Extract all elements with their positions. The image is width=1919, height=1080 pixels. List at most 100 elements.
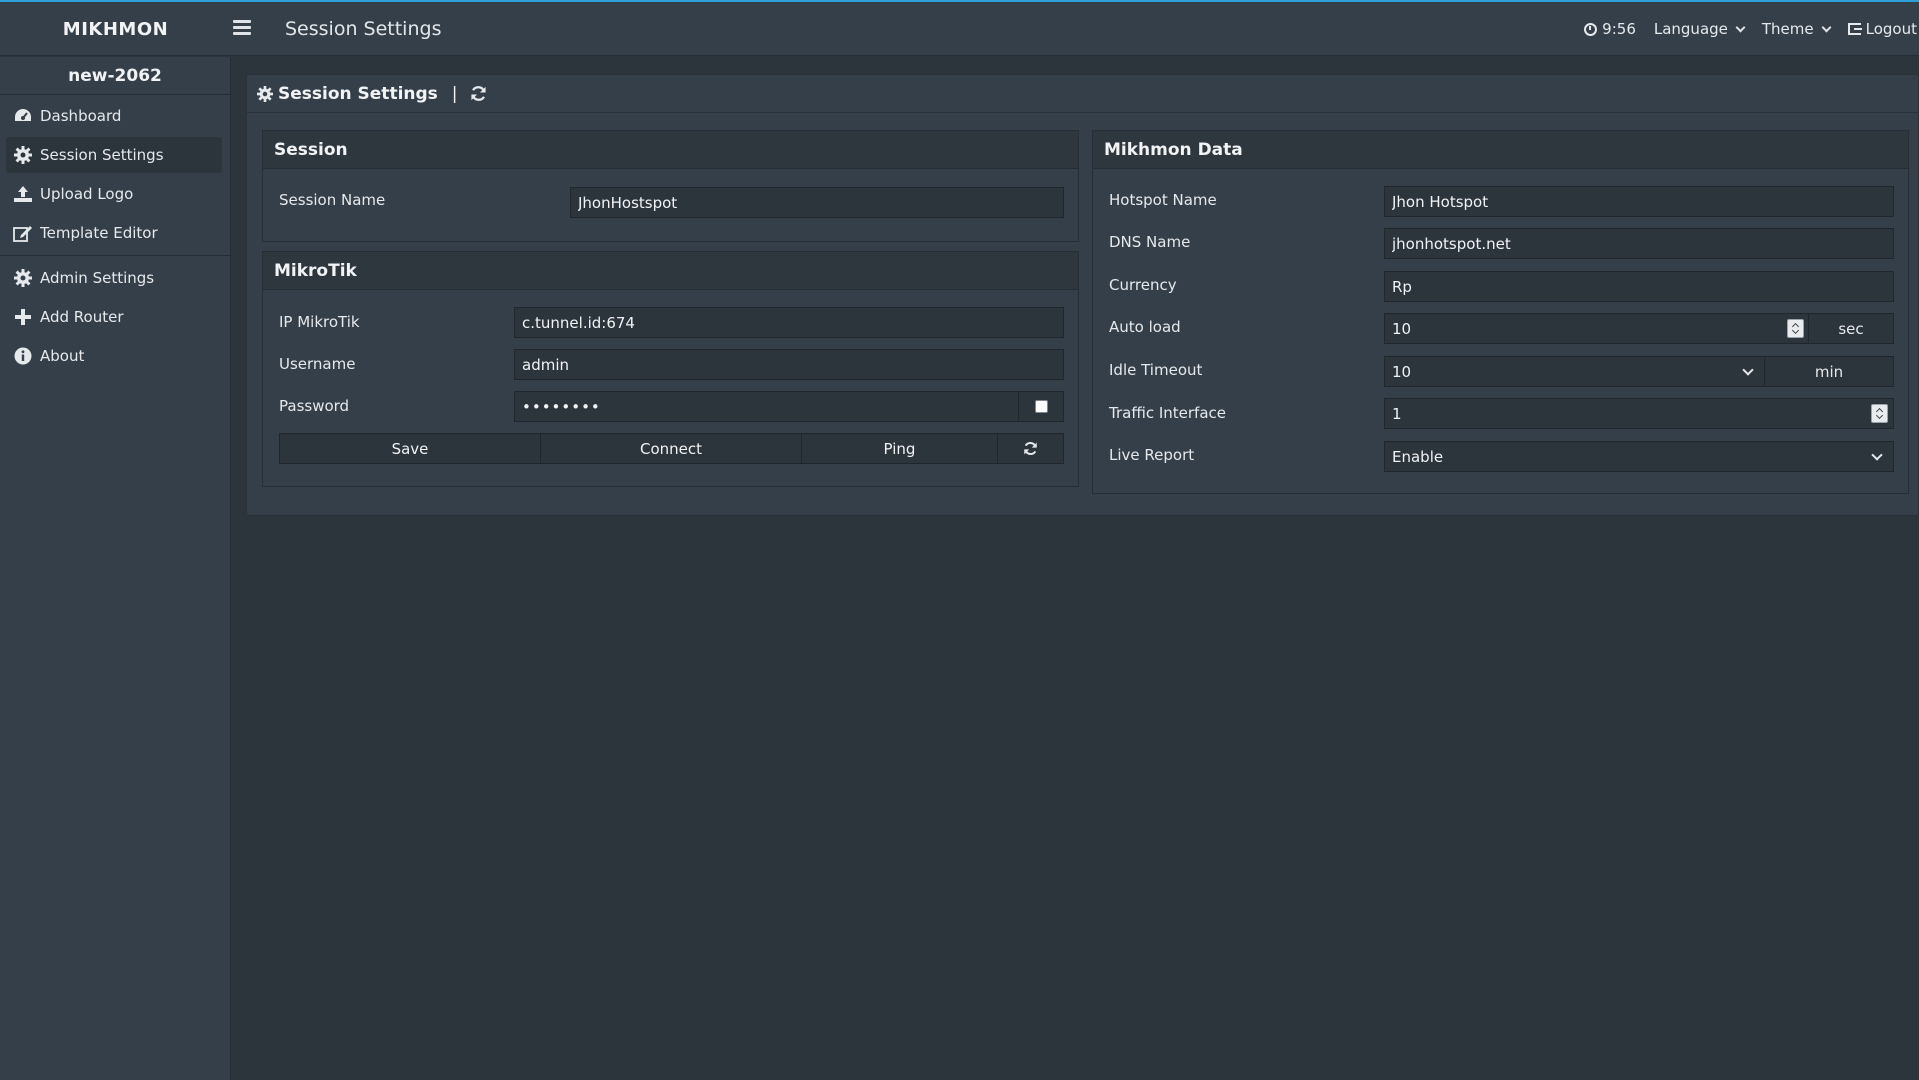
top-right-menu: 9:56 Language Theme Logout	[1584, 2, 1919, 56]
gear-icon	[13, 268, 33, 288]
sidebar-item-label: Session Settings	[40, 146, 164, 164]
sidebar-item-label: Upload Logo	[40, 185, 134, 203]
card-title: Session Settings	[278, 83, 438, 104]
auto-load-stepper[interactable]	[1787, 319, 1804, 338]
idle-timeout-unit: min	[1764, 356, 1894, 387]
clock-icon	[1584, 22, 1598, 36]
card-header: Session Settings |	[247, 75, 1918, 113]
mikhmon-data-panel: Mikhmon Data Hotspot Name DNS Name Curre…	[1092, 130, 1909, 494]
save-button[interactable]: Save	[279, 433, 541, 464]
dns-name-input[interactable]	[1384, 228, 1894, 259]
dashboard-icon	[13, 106, 33, 126]
refresh-icon[interactable]	[470, 85, 487, 102]
logout-icon	[1847, 23, 1862, 35]
sidebar-item-label: About	[40, 347, 85, 365]
idle-timeout-label: Idle Timeout	[1109, 361, 1203, 379]
session-name-row: Session Name	[279, 191, 385, 209]
dns-name-label: DNS Name	[1109, 233, 1191, 251]
brand-logo[interactable]: MIKHMON	[0, 2, 231, 56]
sidebar-item-admin-settings[interactable]: Admin Settings	[6, 260, 222, 296]
gear-icon	[257, 85, 273, 102]
session-name-label: Session Name	[279, 191, 386, 209]
hotspot-name-label: Hotspot Name	[1109, 191, 1217, 209]
session-panel: Session Session Name	[262, 130, 1079, 242]
hamburger-menu-icon[interactable]	[233, 20, 251, 36]
password-label: Password	[279, 397, 350, 415]
hotspot-name-input[interactable]	[1384, 186, 1894, 217]
clock-time: 9:56	[1602, 20, 1636, 38]
currency-row: Currency	[1109, 276, 1177, 294]
gear-icon	[13, 145, 33, 165]
chevron-down-icon	[1735, 22, 1746, 32]
mikrotik-panel-title: MikroTik	[263, 252, 1078, 290]
upload-icon	[13, 184, 33, 204]
chevron-down-icon	[1821, 22, 1832, 32]
ping-button[interactable]: Ping	[801, 433, 998, 464]
sidebar-item-label: Admin Settings	[40, 269, 155, 287]
live-report-label: Live Report	[1109, 446, 1195, 464]
chevron-down-icon	[1871, 449, 1883, 461]
username-field[interactable]	[522, 355, 1063, 374]
chevron-down-icon	[1742, 364, 1754, 376]
sidebar-item-about[interactable]: About	[6, 338, 222, 374]
session-name-field[interactable]	[578, 193, 1063, 212]
session-name-input[interactable]	[570, 187, 1064, 218]
theme-label: Theme	[1761, 20, 1814, 38]
dns-name-field[interactable]	[1392, 234, 1893, 253]
ip-mikrotik-input[interactable]	[514, 307, 1064, 338]
sidebar-item-add-router[interactable]: Add Router	[6, 299, 222, 335]
connect-button[interactable]: Connect	[540, 433, 802, 464]
info-icon	[13, 346, 33, 366]
password-value: ••••••••	[522, 397, 601, 416]
sidebar-item-dashboard[interactable]: Dashboard	[6, 98, 222, 134]
auto-load-row: Auto load	[1109, 318, 1181, 336]
refresh-icon	[1023, 441, 1038, 456]
idle-timeout-select[interactable]: 10	[1384, 356, 1765, 387]
auto-load-input[interactable]: 10	[1384, 313, 1809, 344]
sidebar-item-session-settings[interactable]: Session Settings	[6, 137, 222, 173]
password-input[interactable]: ••••••••	[514, 391, 1019, 422]
ip-mikrotik-field[interactable]	[522, 313, 1063, 332]
language-dropdown[interactable]: Language	[1654, 20, 1746, 38]
currency-field[interactable]	[1392, 277, 1893, 296]
ip-mikrotik-row: IP MikroTik	[279, 313, 360, 331]
auto-load-value: 10	[1392, 319, 1412, 338]
session-settings-card: Session Settings | Session Session Name …	[246, 74, 1919, 516]
logout-label: Logout	[1865, 20, 1917, 38]
auto-load-label: Auto load	[1109, 318, 1181, 336]
hotspot-name-field[interactable]	[1392, 192, 1893, 211]
clock-display: 9:56	[1584, 20, 1636, 38]
logout-button[interactable]: Logout	[1847, 20, 1917, 38]
title-separator: |	[451, 83, 458, 104]
traffic-interface-stepper[interactable]	[1871, 404, 1888, 423]
sidebar: new-2062 Dashboard Session Settings Uplo…	[0, 57, 231, 1080]
sidebar-divider	[0, 255, 230, 256]
username-input[interactable]	[514, 349, 1064, 380]
currency-input[interactable]	[1384, 271, 1894, 302]
idle-timeout-row: Idle Timeout	[1109, 361, 1202, 379]
router-name: new-2062	[0, 57, 230, 95]
show-password-toggle[interactable]	[1018, 391, 1064, 422]
username-label: Username	[279, 355, 356, 373]
page-title: Session Settings	[285, 18, 442, 40]
reload-button[interactable]	[997, 433, 1064, 464]
theme-dropdown[interactable]: Theme	[1761, 20, 1832, 38]
hotspot-name-row: Hotspot Name	[1109, 191, 1217, 209]
live-report-value: Enable	[1392, 447, 1444, 466]
currency-label: Currency	[1109, 276, 1177, 294]
show-password-checkbox[interactable]	[1034, 400, 1048, 413]
mikrotik-panel: MikroTik IP MikroTik Username Password •…	[262, 251, 1079, 487]
username-row: Username	[279, 355, 355, 373]
sidebar-item-template-editor[interactable]: Template Editor	[6, 215, 222, 251]
password-row: Password	[279, 397, 349, 415]
top-navbar: MIKHMON Session Settings 9:56 Language T…	[0, 2, 1919, 56]
sidebar-item-upload-logo[interactable]: Upload Logo	[6, 176, 222, 212]
traffic-interface-input[interactable]: 1	[1384, 398, 1894, 429]
sidebar-item-label: Add Router	[40, 308, 124, 326]
traffic-interface-value: 1	[1392, 404, 1402, 423]
ip-mikrotik-label: IP MikroTik	[279, 313, 360, 331]
live-report-select[interactable]: Enable	[1384, 441, 1894, 472]
idle-timeout-value: 10	[1392, 362, 1412, 381]
traffic-interface-label: Traffic Interface	[1109, 404, 1226, 422]
plus-icon	[13, 307, 33, 327]
